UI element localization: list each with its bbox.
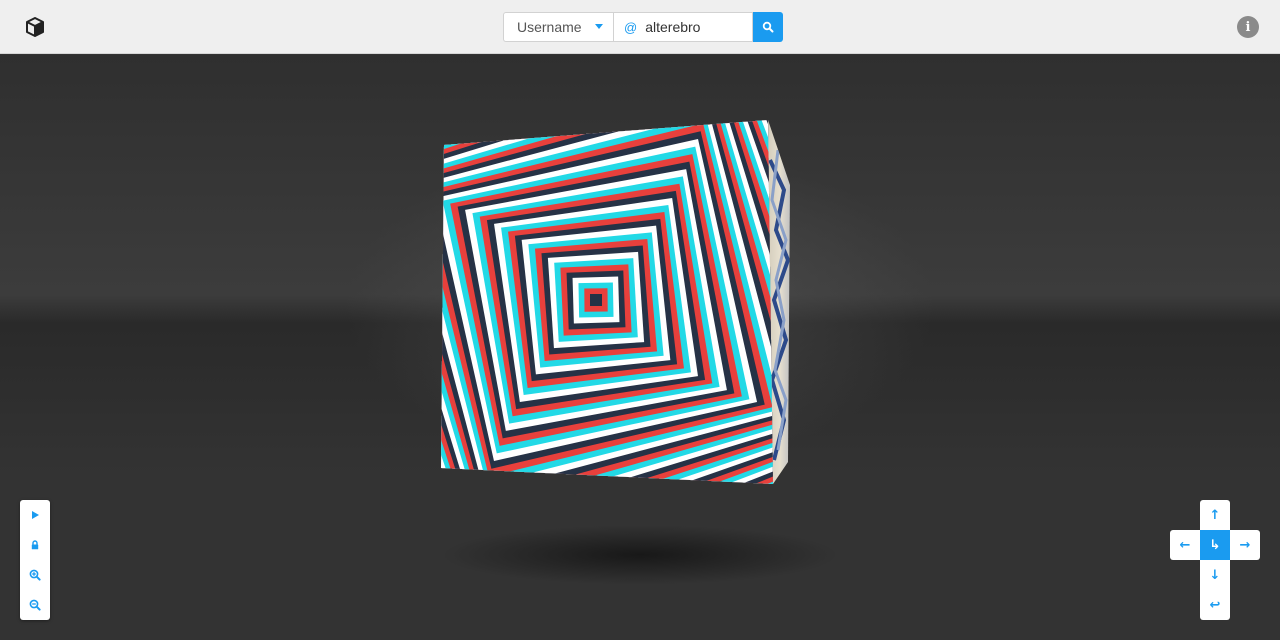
turn-icon: ↳ (1209, 537, 1221, 553)
rotate-center-button[interactable]: ↳ (1200, 530, 1230, 560)
cube-icon[interactable] (24, 16, 46, 38)
search-bar: Username @ (503, 12, 783, 42)
play-icon (32, 511, 39, 519)
rotate-down-button[interactable]: ↓ (1200, 560, 1230, 590)
zoom-out-button[interactable] (20, 590, 50, 620)
view-controls (20, 500, 50, 620)
rotate-back-button[interactable]: ↩ (1200, 590, 1230, 620)
rotate-right-button[interactable]: → (1230, 530, 1260, 560)
play-button[interactable] (20, 500, 50, 530)
search-type-select[interactable]: Username (503, 12, 613, 42)
info-button[interactable]: i (1237, 16, 1259, 38)
info-icon: i (1245, 19, 1251, 35)
zoom-in-icon (29, 569, 41, 581)
rotate-left-button[interactable]: ← (1170, 530, 1200, 560)
at-prefix: @ (624, 19, 638, 35)
caret-down-icon (595, 24, 603, 29)
arrow-right-icon: → (1239, 537, 1251, 553)
arrow-left-icon: ← (1179, 537, 1191, 553)
zoom-in-button[interactable] (20, 560, 50, 590)
arrow-down-icon: ↓ (1209, 567, 1221, 583)
username-field: @ (613, 12, 753, 42)
cube-front-face (441, 120, 773, 484)
arrow-up-icon: ↑ (1209, 507, 1221, 523)
cube-stage[interactable] (0, 55, 1280, 640)
rotate-up-button[interactable]: ↑ (1200, 500, 1230, 530)
username-input[interactable] (645, 19, 746, 35)
zoom-out-icon (29, 599, 41, 611)
lock-button[interactable] (20, 530, 50, 560)
top-bar: Username @ i (0, 0, 1280, 54)
cube-3d[interactable] (0, 55, 1280, 640)
lock-icon (31, 540, 39, 550)
return-icon: ↩ (1209, 597, 1221, 613)
search-icon (762, 21, 774, 33)
pattern-center (593, 297, 599, 303)
search-button[interactable] (753, 12, 783, 42)
search-type-value: Username (517, 19, 582, 35)
